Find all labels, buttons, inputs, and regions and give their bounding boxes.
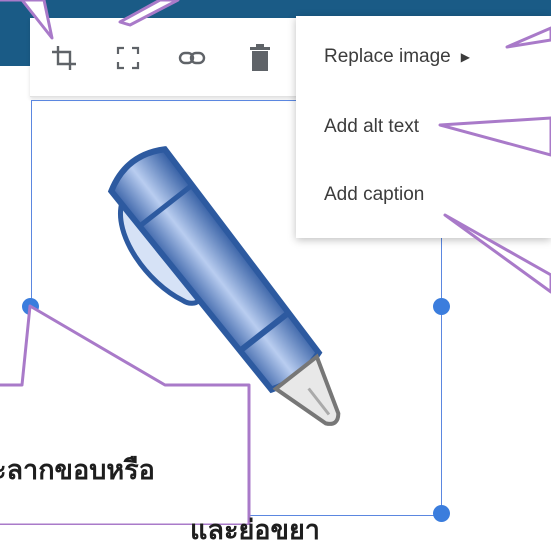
callout-text-line2: และย่อขยา (190, 515, 320, 546)
menu-item-add-caption[interactable]: Add caption (296, 166, 551, 224)
menu-item-label: Replace image (324, 46, 451, 67)
crop-button[interactable] (46, 40, 82, 76)
resize-handle-right[interactable] (433, 298, 450, 315)
crop-icon (52, 46, 76, 70)
menu-item-replace-image[interactable]: Replace image ▶ (296, 28, 551, 86)
menu-item-label: Add caption (324, 184, 425, 205)
menu-item-add-alt-text[interactable]: Add alt text (296, 98, 551, 156)
fullscreen-button[interactable] (110, 40, 146, 76)
link-icon (178, 51, 206, 65)
menu-item-label: Add alt text (324, 116, 420, 137)
submenu-arrow-icon: ▶ (460, 50, 470, 64)
trash-icon (250, 44, 270, 71)
resize-handle-left[interactable] (22, 298, 39, 315)
fullscreen-icon (116, 46, 140, 70)
callout-text-line1: ะลากขอบหรือ (0, 455, 155, 486)
image-options-menu: Replace image ▶ Add alt text Add caption (296, 16, 551, 238)
link-button[interactable] (174, 40, 210, 76)
image-toolbar (30, 18, 330, 97)
resize-handle-bottom-right[interactable] (433, 505, 450, 522)
delete-button[interactable] (242, 40, 278, 76)
